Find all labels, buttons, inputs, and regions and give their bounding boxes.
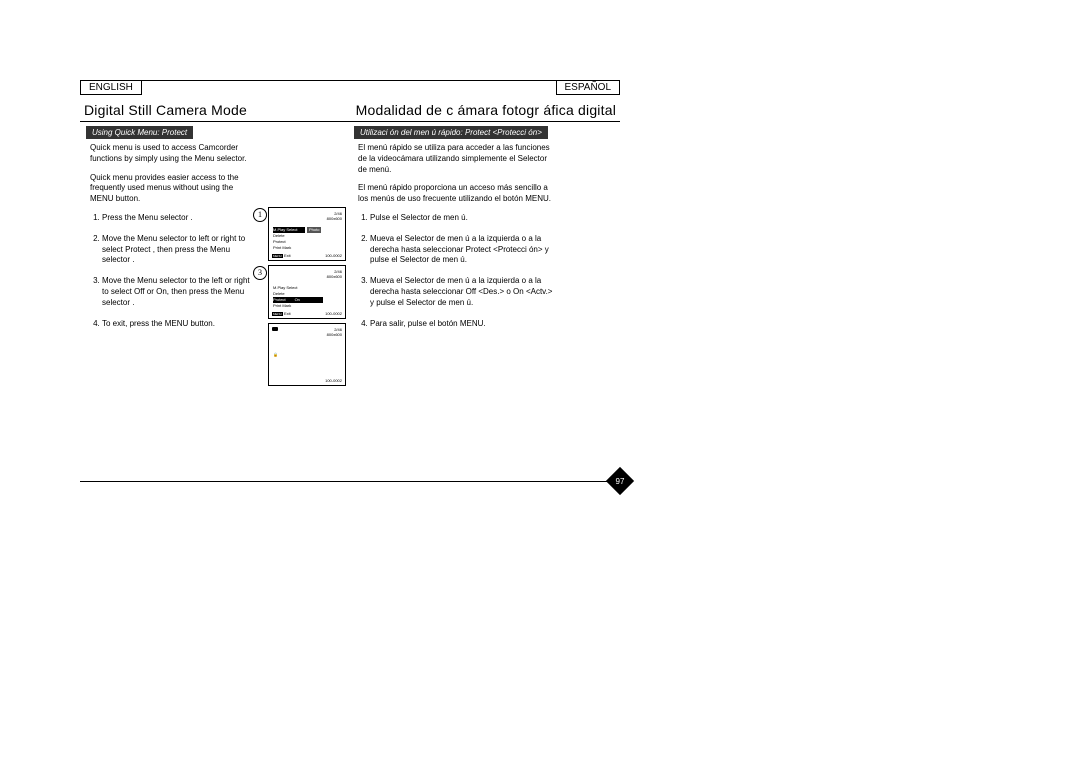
menu-photo: Photo (307, 227, 321, 233)
intro-es-1: El menú rápido se utiliza para acceder a… (358, 143, 558, 175)
lcd-screen-1: 1 2/46 800x600 M.Play SelectPhoto Delete… (268, 207, 346, 261)
step-es-3: Mueva el Selector de men ú a la izquierd… (370, 276, 558, 308)
battery-icon (272, 327, 278, 331)
step-es-2: Mueva el Selector de men ú a la izquierd… (370, 234, 558, 266)
step-en-2: Move the Menu selector to left or right … (102, 234, 258, 266)
title-spanish: Modalidad de c ámara fotogr áfica digita… (356, 102, 616, 118)
exit-label: Exit (284, 253, 291, 258)
lcd-screen-3: 3 2/46 800x600 M.Play Select Delete Prot… (268, 265, 346, 319)
steps-spanish: Pulse el Selector de men ú. Mueva el Sel… (358, 213, 558, 329)
step-es-4: Para salir, pulse el botón MENU. (370, 319, 558, 330)
intro-en-2: Quick menu provides easier access to the… (90, 173, 258, 205)
menu-badge: MENU (272, 312, 283, 316)
intro-en-1: Quick menu is used to access Camcorder f… (90, 143, 258, 165)
body-english: Quick menu is used to access Camcorder f… (90, 143, 258, 339)
step-es-1: Pulse el Selector de men ú. (370, 213, 558, 224)
file-number: 100-0002 (325, 311, 342, 316)
menu-badge: MENU (272, 254, 283, 258)
menu-printmark: Print Mark (272, 245, 342, 251)
resolution: 800x600 (327, 274, 342, 279)
step-en-1: Press the Menu selector . (102, 213, 258, 224)
language-label-spanish: ESPAÑOL (556, 80, 621, 95)
step-en-3: Move the Menu selector to the left or ri… (102, 276, 258, 308)
lock-icon: 🔒 (273, 352, 278, 357)
manual-page: ENGLISH ESPAÑOL Digital Still Camera Mod… (80, 80, 620, 482)
resolution: 800x600 (327, 216, 342, 221)
steps-english: Press the Menu selector . Move the Menu … (90, 213, 258, 329)
exit-label: Exit (284, 311, 291, 316)
step-marker-3: 3 (253, 266, 267, 280)
file-number: 100-0002 (325, 378, 342, 383)
step-en-4: To exit, press the MENU button. (102, 319, 258, 330)
page-number: 97 (616, 477, 625, 486)
page-number-badge: 97 (606, 467, 634, 495)
menu-printmark: Print Mark (272, 303, 342, 309)
body-spanish: El menú rápido se utiliza para acceder a… (358, 143, 558, 339)
file-number: 100-0002 (325, 253, 342, 258)
subheading-spanish: Utilizaci ón del men ú rápido: Protect <… (354, 126, 548, 139)
step-marker-1: 1 (253, 208, 267, 222)
lcd-screen-final: 2/46 800x600 🔒 100-0002 (268, 323, 346, 386)
intro-es-2: El menú rápido proporciona un acceso más… (358, 183, 558, 205)
resolution: 800x600 (327, 332, 342, 337)
subheading-english: Using Quick Menu: Protect (86, 126, 193, 139)
title-english: Digital Still Camera Mode (84, 102, 247, 118)
lcd-mockups: 1 2/46 800x600 M.Play SelectPhoto Delete… (268, 207, 348, 390)
title-bar: Digital Still Camera Mode Modalidad de c… (80, 97, 620, 122)
language-label-english: ENGLISH (80, 80, 142, 95)
